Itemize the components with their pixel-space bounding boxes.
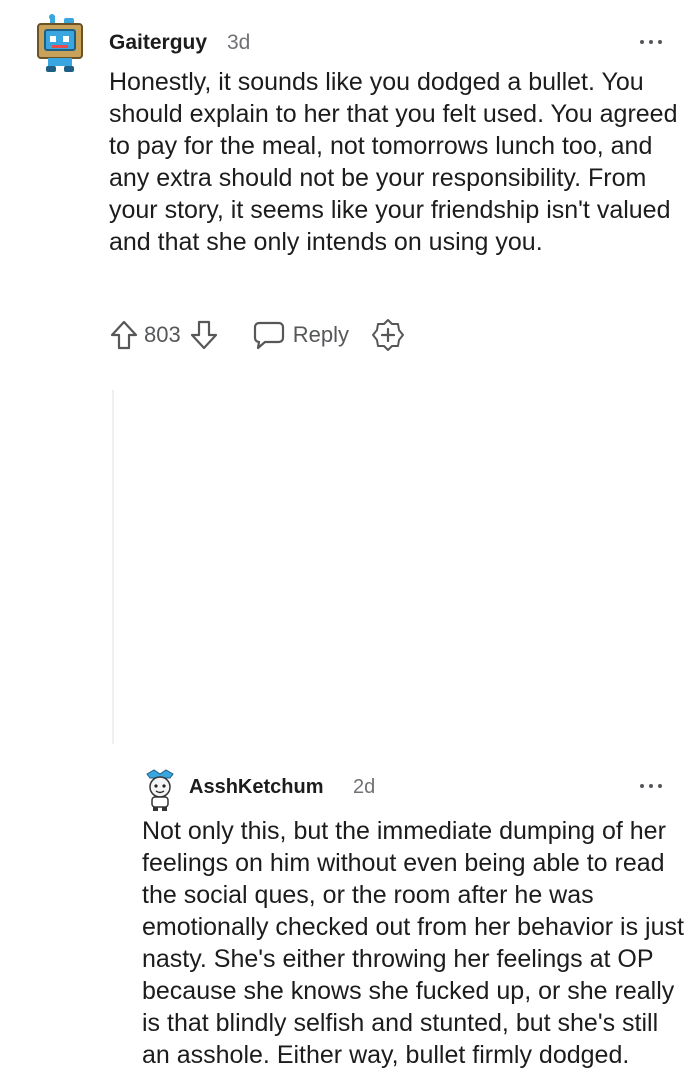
upvote-icon[interactable] (109, 319, 139, 351)
comment-bubble-icon (253, 321, 284, 350)
comment-timestamp[interactable]: 3d (227, 31, 250, 55)
downvote-icon[interactable] (189, 319, 219, 351)
comment-timestamp[interactable]: 2d (353, 776, 375, 799)
comment-body: Honestly, it sounds like you dodged a bu… (109, 68, 678, 256)
comment-author[interactable]: Gaiterguy (109, 31, 207, 55)
award-icon[interactable] (371, 318, 405, 352)
comment-author[interactable]: AsshKetchum (189, 776, 323, 799)
vote-count: 803 (144, 322, 181, 347)
comment-actions: 803 Reply (109, 315, 405, 355)
more-options-icon[interactable] (640, 782, 668, 792)
comment-body: Not only this, but the immediate dumping… (142, 817, 684, 1069)
reply-label: Reply (292, 322, 349, 347)
character-avatar-icon[interactable] (142, 768, 178, 812)
robot-avatar-icon[interactable] (34, 14, 86, 74)
thread-line[interactable] (112, 390, 114, 744)
reply-button[interactable]: Reply (253, 320, 349, 350)
more-options-icon[interactable] (640, 38, 668, 48)
